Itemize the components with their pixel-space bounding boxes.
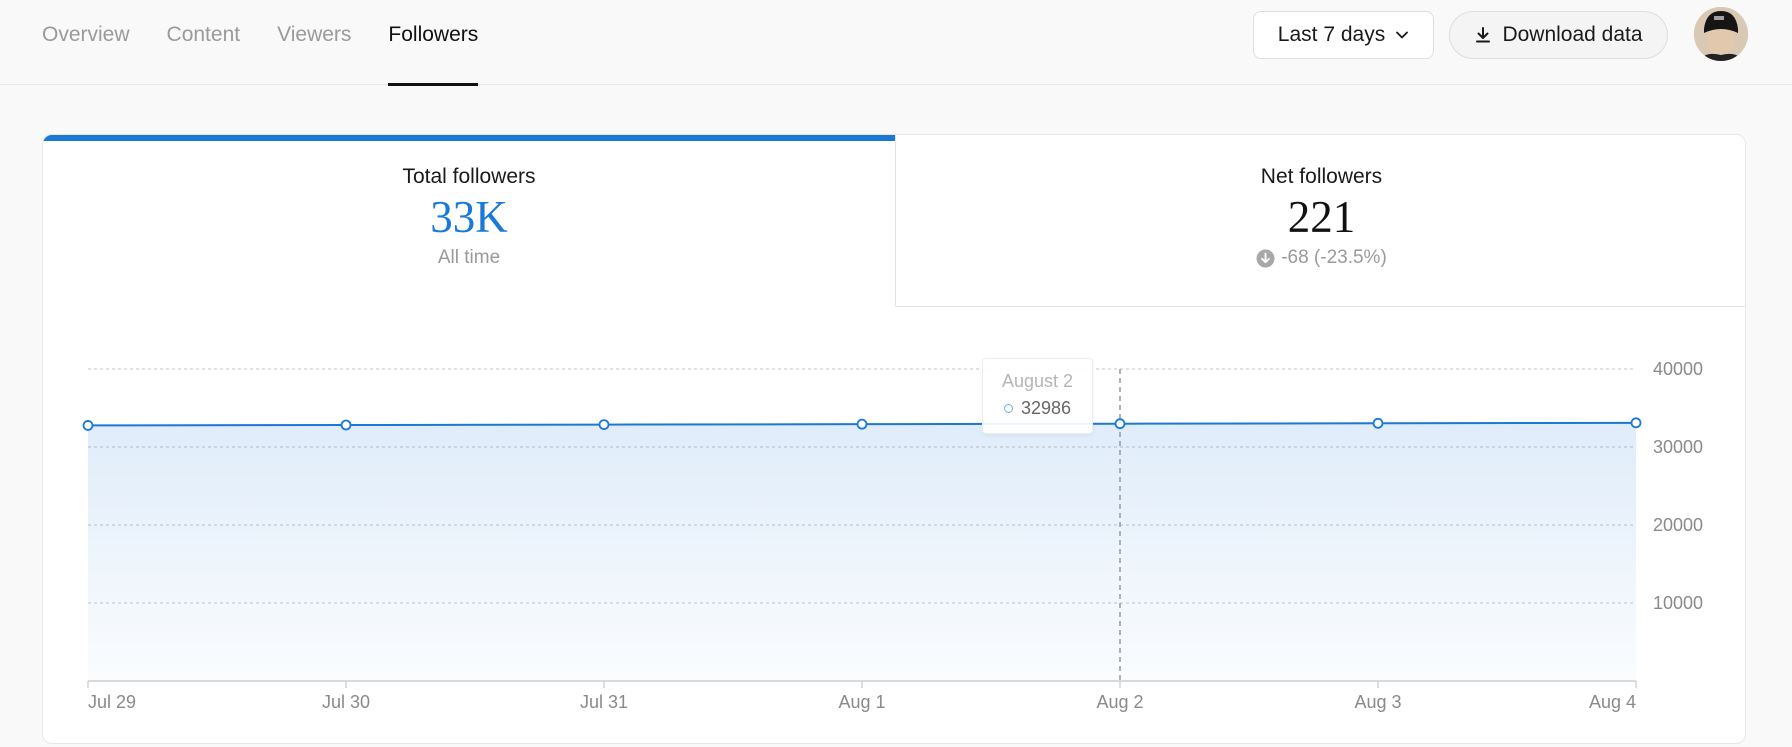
download-data-label: Download data xyxy=(1502,23,1643,46)
total-followers-label: Total followers xyxy=(402,165,536,188)
net-followers-value: 221 xyxy=(1287,192,1356,242)
tab-viewers[interactable]: Viewers xyxy=(277,0,351,85)
followers-card: Total followers 33K All time Net followe… xyxy=(42,134,1746,744)
tooltip-series-dot xyxy=(1003,404,1013,413)
top-navigation-bar: Overview Content Viewers Followers Last … xyxy=(0,0,1792,86)
date-range-dropdown[interactable]: Last 7 days xyxy=(1253,11,1434,59)
user-avatar[interactable] xyxy=(1694,7,1748,61)
chart-tooltip: August 2 32986 xyxy=(982,358,1093,434)
date-range-label: Last 7 days xyxy=(1277,23,1386,46)
tooltip-value: 32986 xyxy=(1020,398,1072,418)
download-data-button[interactable]: Download data xyxy=(1449,11,1668,59)
tooltip-value-row: 32986 xyxy=(983,398,1092,419)
avatar-image xyxy=(1694,7,1748,61)
net-followers-change: -68 (-23.5%) xyxy=(896,247,1745,269)
net-followers-panel[interactable]: Net followers 221 -68 (-23.5%) xyxy=(895,135,1745,307)
tab-followers[interactable]: Followers xyxy=(388,0,478,86)
total-followers-value: 33K xyxy=(430,192,508,242)
chevron-down-icon xyxy=(1396,31,1409,39)
net-followers-label: Net followers xyxy=(1260,165,1383,188)
net-followers-change-text: -68 (-23.5%) xyxy=(1281,247,1387,268)
tooltip-date: August 2 xyxy=(1001,371,1074,391)
download-icon xyxy=(1476,27,1491,43)
tab-overview[interactable]: Overview xyxy=(42,0,130,85)
total-followers-period: All time xyxy=(437,247,501,268)
total-followers-panel[interactable]: Total followers 33K All time xyxy=(43,135,895,307)
tab-list: Overview Content Viewers Followers xyxy=(42,0,515,86)
arrow-down-circle-icon xyxy=(1256,249,1275,267)
tab-content[interactable]: Content xyxy=(167,0,241,85)
